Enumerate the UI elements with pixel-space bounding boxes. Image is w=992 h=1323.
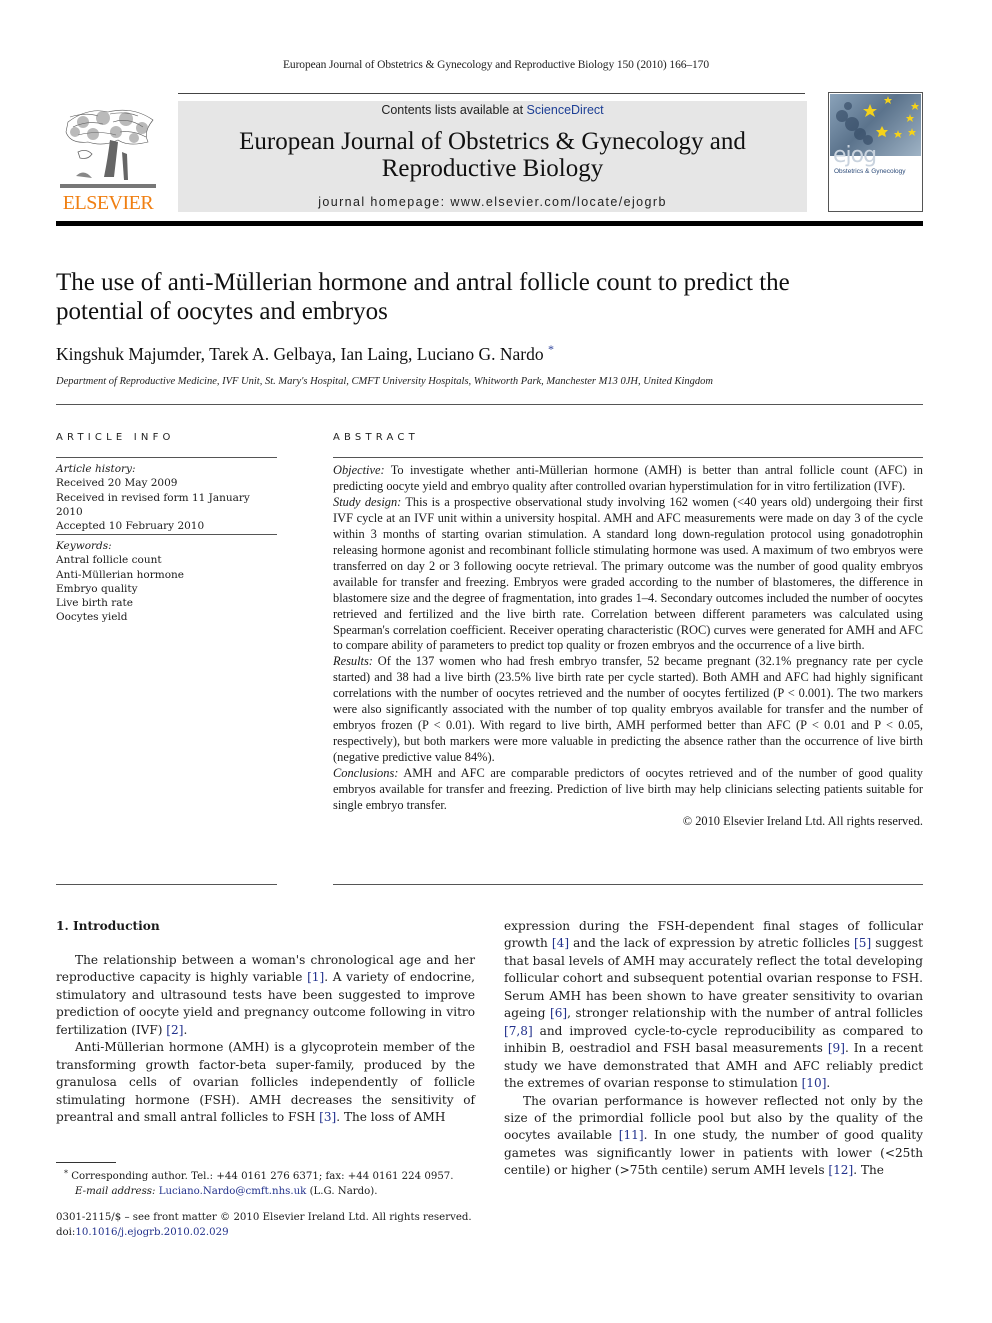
issn-line: 0301-2115/$ – see front matter © 2010 El… (56, 1212, 472, 1223)
masthead-top-rule (178, 93, 805, 94)
paragraph-text: . (183, 1022, 188, 1037)
front-matter: 0301-2115/$ – see front matter © 2010 El… (56, 1211, 496, 1240)
email-suffix: (L.G. Nardo). (306, 1185, 378, 1197)
body-column-left: 1. Introduction The relationship between… (56, 918, 475, 1127)
article-title-line-2: potential of oocytes and embryos (56, 298, 388, 325)
history-received: Received 20 May 2009 (56, 477, 178, 490)
article-title: The use of anti-Müllerian hormone and an… (56, 268, 926, 326)
body-column-right: expression during the FSH-dependent fina… (504, 918, 923, 1180)
keywords-divider (56, 534, 277, 535)
affiliation: Department of Reproductive Medicine, IVF… (56, 376, 713, 387)
abstract-body: Objective: To investigate whether anti-M… (333, 463, 923, 830)
citation-link[interactable]: [3] (319, 1110, 336, 1124)
article-title-line-1: The use of anti-Müllerian hormone and an… (56, 269, 790, 296)
section-heading-introduction: 1. Introduction (56, 919, 160, 933)
journal-title: European Journal of Obstetrics & Gynecol… (178, 128, 807, 182)
email-note: E-mail address: Luciano.Nardo@cmft.nhs.u… (56, 1185, 486, 1200)
authors-text: Kingshuk Majumder, Tarek A. Gelbaya, Ian… (56, 344, 544, 364)
doi-line: doi:10.1016/j.ejogrb.2010.02.029 (56, 1226, 496, 1241)
email-link[interactable]: Luciano.Nardo@cmft.nhs.uk (159, 1186, 307, 1197)
citation-link[interactable]: [10] (802, 1076, 827, 1090)
citation-link[interactable]: [1] (307, 970, 324, 984)
elsevier-wordmark: ELSEVIER (62, 192, 154, 214)
right-paragraphs: expression during the FSH-dependent fina… (504, 918, 923, 1180)
cover-subtitle: Obstetrics & Gynecology (834, 168, 906, 175)
journal-title-line-2: Reproductive Biology (381, 155, 604, 182)
history-accepted: Accepted 10 February 2010 (56, 520, 205, 533)
article-info-divider (56, 457, 277, 458)
abstract-conclusions: Conclusions: AMH and AFC are comparable … (333, 766, 923, 814)
keywords: Keywords: Antral follicle count Anti-Mül… (56, 539, 278, 625)
corresponding-author-mark[interactable]: * (548, 342, 554, 356)
abstract-heading: ABSTRACT (333, 432, 419, 443)
abstract-bottom-rule (333, 884, 923, 885)
left-paragraphs: The relationship between a woman's chron… (56, 952, 475, 1127)
elsevier-logo[interactable]: ELSEVIER (56, 100, 160, 216)
article-info-heading: ARTICLE INFO (56, 432, 175, 443)
citation-link[interactable]: [7,8] (504, 1024, 533, 1038)
abstract-objective: Objective: To investigate whether anti-M… (333, 463, 923, 495)
body-paragraph: The ovarian performance is however refle… (504, 1093, 923, 1180)
abstract-label: Results: (333, 654, 373, 669)
abstract-study-design: Study design: This is a prospective obse… (333, 495, 923, 655)
article-history-label: Article history: (56, 463, 136, 475)
masthead-thick-rule (56, 221, 923, 226)
article-info-bottom-rule (56, 884, 277, 885)
header-divider (56, 404, 923, 405)
abstract-results: Results: Of the 137 women who had fresh … (333, 654, 923, 766)
history-revised: Received in revised form 11 January 2010 (56, 491, 250, 518)
author-list: Kingshuk Majumder, Tarek A. Gelbaya, Ian… (56, 342, 926, 365)
contents-available-line: Contents lists available at ScienceDirec… (178, 103, 807, 117)
body-paragraph: The relationship between a woman's chron… (56, 952, 475, 1039)
body-paragraph: expression during the FSH-dependent fina… (504, 918, 923, 1093)
citation-link[interactable]: [6] (550, 1006, 567, 1020)
citation-link[interactable]: [11] (619, 1128, 644, 1142)
keyword: Oocytes yield (56, 611, 128, 624)
doi-prefix: doi: (56, 1226, 76, 1238)
citation-link[interactable]: [5] (854, 936, 871, 950)
abstract-label: Study design: (333, 494, 402, 509)
email-label: E-mail address: (75, 1185, 156, 1197)
citation-link[interactable]: [2] (166, 1023, 183, 1037)
cover-logo: ejog (833, 143, 877, 168)
doi-link[interactable]: 10.1016/j.ejogrb.2010.02.029 (75, 1227, 228, 1238)
journal-title-line-1: European Journal of Obstetrics & Gynecol… (239, 128, 746, 155)
paragraph-text: . The loss of AMH (336, 1110, 446, 1125)
paragraph-text: . (826, 1076, 831, 1091)
body-paragraph: Anti-Müllerian hormone (AMH) is a glycop… (56, 1039, 475, 1126)
journal-masthead: Contents lists available at ScienceDirec… (178, 101, 807, 212)
corresponding-author-note: * Corresponding author. Tel.: +44 0161 2… (56, 1167, 486, 1185)
paragraph-text: . The (853, 1163, 884, 1178)
abstract-text: Of the 137 women who had fresh embryo tr… (333, 654, 923, 765)
running-head: European Journal of Obstetrics & Gynecol… (283, 59, 709, 71)
corresponding-author-text: Corresponding author. Tel.: +44 0161 276… (68, 1171, 454, 1182)
elsevier-tree-icon (58, 102, 158, 194)
abstract-text: This is a prospective observational stud… (333, 494, 923, 653)
citation-link[interactable]: [9] (828, 1041, 845, 1055)
contents-prefix: Contents lists available at (381, 103, 527, 117)
sciencedirect-link[interactable]: ScienceDirect (527, 103, 604, 117)
keyword: Antral follicle count (56, 554, 162, 567)
keywords-label: Keywords: (56, 540, 112, 552)
keyword: Embryo quality (56, 582, 138, 595)
citation-link[interactable]: [4] (552, 936, 569, 950)
keyword: Live birth rate (56, 597, 133, 610)
journal-homepage-link[interactable]: journal homepage: www.elsevier.com/locat… (178, 195, 807, 209)
citation-link[interactable]: [12] (828, 1163, 853, 1177)
abstract-label: Conclusions: (333, 766, 399, 781)
abstract-copyright: © 2010 Elsevier Ireland Ltd. All rights … (682, 813, 923, 828)
paragraph-text: , stronger relationship with the number … (567, 1006, 923, 1021)
paragraph-text: and the lack of expression by atretic fo… (569, 936, 855, 951)
abstract-label: Objective: (333, 463, 385, 477)
article-history: Article history: Received 20 May 2009 Re… (56, 462, 278, 533)
journal-cover-thumbnail[interactable]: ejog Obstetrics & Gynecology (828, 92, 923, 212)
abstract-text: AMH and AFC are comparable predictors of… (333, 766, 923, 813)
abstract-text: To investigate whether anti-Müllerian ho… (333, 463, 923, 493)
footnotes: * Corresponding author. Tel.: +44 0161 2… (56, 1167, 486, 1199)
footnote-rule (56, 1162, 116, 1163)
keyword: Anti-Müllerian hormone (56, 568, 185, 581)
abstract-divider (333, 457, 923, 458)
